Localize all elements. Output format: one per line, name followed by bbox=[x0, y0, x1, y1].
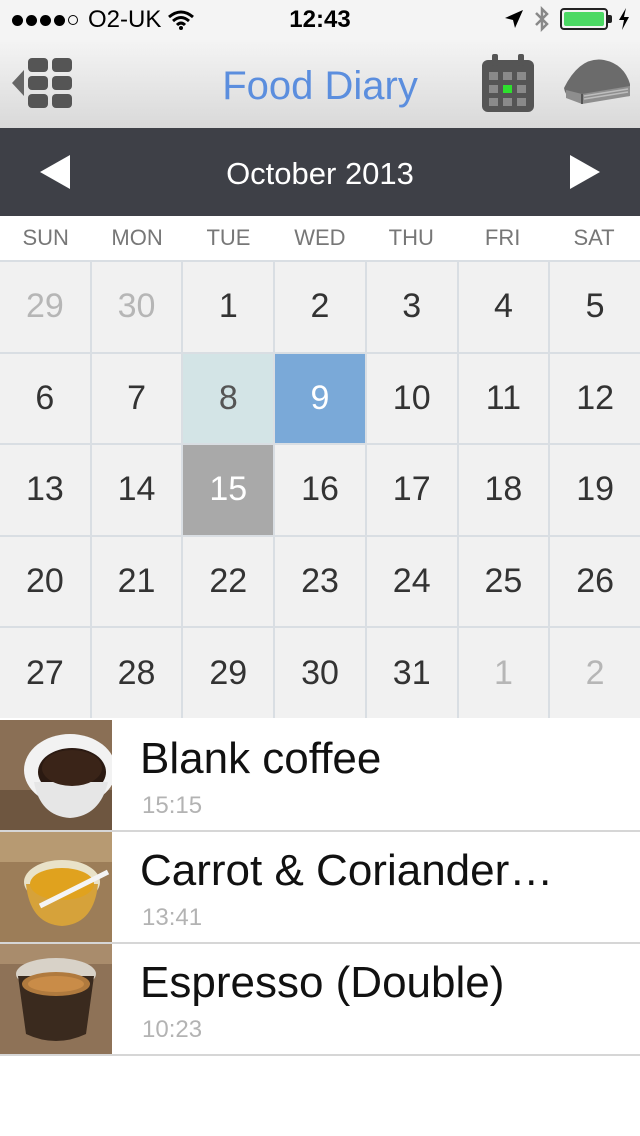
entry-name: Carrot & Coriander… bbox=[140, 846, 554, 895]
calendar-day[interactable]: 8 bbox=[183, 353, 274, 444]
calendar-day[interactable]: 2 bbox=[275, 262, 365, 352]
calendar-day[interactable]: 15 bbox=[183, 445, 274, 535]
nav-bar: Food Diary bbox=[0, 40, 640, 129]
diary-list: Blank coffee 15:15 Carrot & Coriander… 1… bbox=[0, 720, 640, 1056]
calendar-day[interactable]: 20 bbox=[0, 536, 90, 627]
calendar-day[interactable]: 11 bbox=[458, 353, 549, 444]
calendar-day[interactable]: 19 bbox=[550, 445, 640, 535]
status-bar: O2-UK 12:43 bbox=[0, 0, 640, 40]
weekday-label: SAT bbox=[573, 225, 615, 250]
entry-name: Blank coffee bbox=[140, 734, 382, 783]
location-icon bbox=[505, 10, 523, 28]
calendar-day[interactable]: 31 bbox=[366, 628, 457, 718]
page-title: Food Diary bbox=[222, 64, 418, 108]
weekday-label: MON bbox=[111, 225, 163, 250]
calendar-day[interactable]: 5 bbox=[550, 262, 640, 352]
entry-name: Espresso (Double) bbox=[140, 958, 505, 1007]
calendar-day[interactable]: 9 bbox=[275, 353, 365, 444]
bluetooth-icon bbox=[535, 6, 549, 32]
calendar-day[interactable]: 7 bbox=[91, 353, 182, 444]
weekday-label: THU bbox=[388, 225, 434, 250]
weekday-label: SUN bbox=[22, 225, 69, 250]
calendar-day[interactable]: 14 bbox=[91, 445, 182, 535]
weekday-header: SUN MON TUE WED THU FRI SAT bbox=[0, 216, 640, 260]
entry-time: 15:15 bbox=[142, 792, 203, 819]
battery-icon bbox=[560, 8, 612, 30]
calendar-day[interactable]: 27 bbox=[0, 628, 90, 718]
soup-pot-photo bbox=[0, 832, 112, 942]
calendar-day[interactable]: 3 bbox=[366, 262, 457, 352]
calendar-day[interactable]: 4 bbox=[458, 262, 549, 352]
calendar-day[interactable]: 6 bbox=[0, 353, 90, 444]
calendar-day[interactable]: 30 bbox=[91, 262, 182, 352]
calendar-day[interactable]: 16 bbox=[275, 445, 365, 535]
calendar-day[interactable]: 21 bbox=[91, 536, 182, 627]
calendar-day[interactable]: 23 bbox=[275, 536, 365, 627]
coffee-cup-photo bbox=[0, 720, 112, 830]
calendar-day[interactable]: 12 bbox=[550, 353, 640, 444]
calendar-day[interactable]: 1 bbox=[183, 262, 274, 352]
weekday-label: TUE bbox=[206, 225, 251, 250]
calendar-day[interactable]: 29 bbox=[183, 628, 274, 718]
entry-time: 13:41 bbox=[142, 904, 203, 931]
book-button[interactable] bbox=[560, 56, 632, 108]
calendar-day[interactable]: 24 bbox=[366, 536, 457, 627]
diary-entry[interactable]: Carrot & Coriander… 13:41 bbox=[0, 832, 640, 944]
calendar-day[interactable]: 17 bbox=[366, 445, 457, 535]
calendar-day[interactable]: 22 bbox=[183, 536, 274, 627]
status-right bbox=[504, 6, 630, 32]
diary-entry[interactable]: Blank coffee 15:15 bbox=[0, 720, 640, 832]
calendar-day[interactable]: 28 bbox=[91, 628, 182, 718]
calendar-day[interactable]: 10 bbox=[366, 353, 457, 444]
next-month-button[interactable] bbox=[570, 155, 600, 189]
calendar-day[interactable]: 2 bbox=[550, 628, 640, 718]
calendar-day[interactable]: 25 bbox=[458, 536, 549, 627]
calendar-day[interactable]: 29 bbox=[0, 262, 90, 352]
calendar-day[interactable]: 26 bbox=[550, 536, 640, 627]
calendar-day[interactable]: 13 bbox=[0, 445, 90, 535]
entry-time: 10:23 bbox=[142, 1016, 203, 1043]
calendar-grid: 29 30 1 2 3 4 5 6 7 8 9 10 11 12 13 14 15 16 17 18 19 20 21 22 2… bbox=[0, 260, 640, 718]
book-icon bbox=[564, 59, 630, 104]
weekday-label: WED bbox=[294, 225, 346, 250]
calendar-day[interactable]: 18 bbox=[458, 445, 549, 535]
calendar-icon bbox=[482, 54, 534, 112]
month-header: October 2013 bbox=[0, 128, 640, 216]
charging-icon bbox=[619, 8, 629, 30]
weekday-label: FRI bbox=[484, 225, 521, 250]
calendar-button[interactable] bbox=[480, 52, 536, 114]
diary-entry[interactable]: Espresso (Double) 10:23 bbox=[0, 944, 640, 1056]
calendar-day[interactable]: 30 bbox=[275, 628, 365, 718]
espresso-glass-photo bbox=[0, 944, 112, 1054]
month-label: October 2013 bbox=[226, 156, 414, 191]
calendar-day[interactable]: 1 bbox=[458, 628, 549, 718]
